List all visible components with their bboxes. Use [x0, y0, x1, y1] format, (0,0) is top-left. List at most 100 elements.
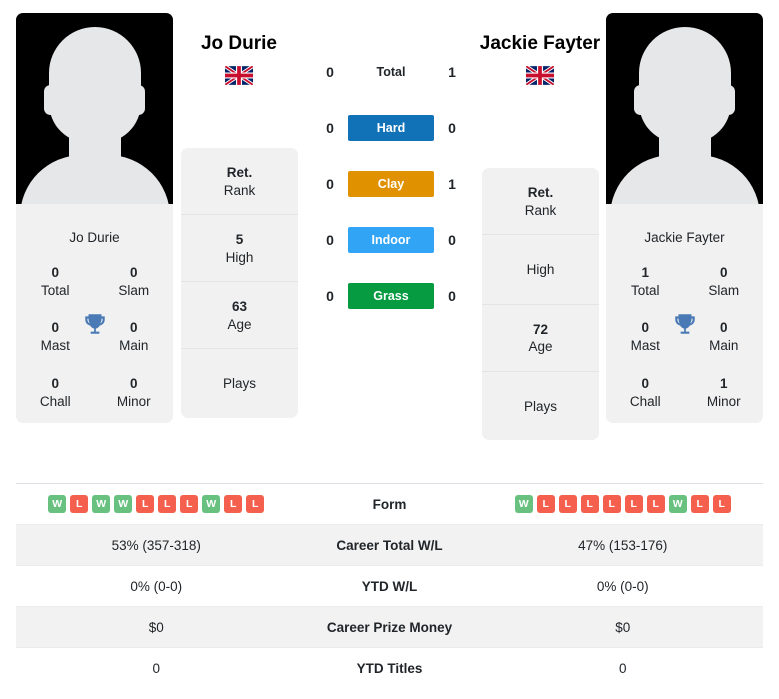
rank-row-rank-right: Ret. Rank	[482, 168, 599, 236]
plays-label-left: Plays	[222, 376, 256, 392]
h2h-row-clay: 0 Clay 1	[306, 170, 476, 198]
h2h-row-hard: 0 Hard 0	[306, 114, 476, 142]
title-chall-left: 0 Chall	[16, 368, 95, 423]
rank-row-rank-left: Ret. Rank	[181, 148, 298, 216]
title-slam-left-label: Slam	[118, 283, 150, 298]
title-minor-right-value: 1	[719, 375, 728, 391]
titles-grid-right: 1 Total 0 Slam 0 Mast 0 Main 0 Chall 1 M…	[606, 257, 763, 423]
titles-grid-left: 0 Total 0 Slam 0 Mast 0 Main 0 Chall 0 M…	[16, 257, 173, 423]
player-photo-name-right: Jackie Fayter	[644, 230, 725, 245]
rank-label-right: Rank	[524, 202, 557, 218]
form-badge-loss[interactable]: L	[712, 495, 731, 513]
form-badge-win[interactable]: W	[202, 495, 221, 513]
table-row-form: WLWWLLLWLL Form WLLLLLLWLL	[16, 484, 763, 525]
table-row-career-prize-money: $0 Career Prize Money $0	[16, 607, 763, 648]
title-total-right-label: Total	[630, 283, 660, 298]
title-mast-right-label: Mast	[630, 338, 660, 354]
title-minor-left-label: Minor	[116, 393, 151, 409]
avatar-ear-left	[634, 85, 647, 115]
form-badge-loss[interactable]: L	[602, 495, 621, 513]
ytd-titles-right: 0	[618, 661, 627, 676]
rank-value-left: Ret.	[226, 165, 253, 180]
form-badge-loss[interactable]: L	[158, 495, 177, 513]
rank-row-plays-left: Plays	[181, 349, 298, 418]
head-to-head-panel: 0 Total 1 0 Hard 0 0 Clay 1 0 Indoor 0 0…	[306, 58, 476, 310]
title-chall-right: 0 Chall	[606, 368, 685, 423]
player-name-right[interactable]: Jackie Fayter	[473, 33, 607, 55]
rank-label-left: Rank	[223, 182, 256, 198]
h2h-clay-right-score: 1	[448, 176, 456, 192]
form-badge-loss[interactable]: L	[180, 495, 199, 513]
title-main-right-value: 0	[719, 320, 728, 336]
title-minor-right: 1 Minor	[685, 368, 764, 423]
h2h-hard-right-score: 0	[448, 120, 456, 136]
career-prize-money-left: $0	[148, 619, 164, 635]
avatar-base-strip	[16, 204, 173, 216]
h2h-grass-right-score: 0	[448, 288, 456, 304]
player-name-left[interactable]: Jo Durie	[172, 33, 306, 55]
age-label-left: Age	[227, 316, 252, 332]
form-badge-loss[interactable]: L	[224, 495, 243, 513]
player-card-right[interactable]: Jackie Fayter 1 Total 0 Slam 0 Mast 0 Ma…	[606, 13, 763, 423]
h2h-indoor-left-score: 0	[326, 232, 334, 248]
h2h-hard-left-score: 0	[326, 120, 334, 136]
form-badge-loss[interactable]: L	[624, 495, 643, 513]
table-label-ytd-wl: YTD W/L	[361, 578, 418, 594]
table-label-ytd-titles: YTD Titles	[356, 661, 423, 676]
rank-value-right: Ret.	[527, 185, 554, 200]
rank-row-high-right: High	[482, 235, 599, 305]
form-badge-loss[interactable]: L	[536, 495, 555, 513]
title-chall-right-value: 0	[641, 375, 649, 391]
surface-badge-grass[interactable]: Grass	[348, 283, 434, 309]
form-cell-right: WLLLLLLWLL	[483, 495, 764, 513]
rank-card-right: Ret. Rank High 72 Age Plays	[482, 168, 599, 441]
gb-flag-icon	[225, 66, 253, 85]
h2h-grass-left-score: 0	[326, 288, 334, 304]
form-badge-loss[interactable]: L	[558, 495, 577, 513]
form-badge-loss[interactable]: L	[70, 495, 89, 513]
surface-badge-indoor[interactable]: Indoor	[348, 227, 434, 253]
title-chall-left-label: Chall	[39, 393, 71, 409]
form-badge-win[interactable]: W	[48, 495, 67, 513]
title-minor-left: 0 Minor	[95, 368, 174, 423]
h2h-clay-left-score: 0	[326, 176, 334, 192]
avatar-ear-right	[132, 85, 145, 115]
form-badge-loss[interactable]: L	[646, 495, 665, 513]
trophy-icon	[674, 314, 695, 334]
player-photo-left	[16, 13, 173, 216]
surface-badge-hard[interactable]: Hard	[348, 115, 434, 141]
title-minor-left-value: 0	[129, 375, 138, 391]
h2h-total-right-score: 1	[448, 64, 456, 80]
age-label-right: Age	[528, 339, 553, 355]
trophy-icon	[84, 314, 105, 334]
rank-row-plays-right: Plays	[482, 372, 599, 441]
title-slam-left: 0 Slam	[95, 257, 174, 312]
title-main-right-label: Main	[709, 338, 739, 354]
player-card-left[interactable]: Jo Durie 0 Total 0 Slam 0 Mast 0 Main 0 …	[16, 13, 173, 423]
ytd-wl-right: 0% (0-0)	[596, 578, 649, 594]
surface-badge-clay[interactable]: Clay	[348, 171, 434, 197]
title-total-left-label: Total	[40, 283, 70, 298]
title-chall-right-label: Chall	[629, 393, 661, 409]
title-slam-right-value: 0	[719, 265, 728, 280]
comparison-table: WLWWLLLWLL Form WLLLLLLWLL 53% (357-318)…	[16, 483, 763, 689]
title-slam-left-value: 0	[129, 265, 138, 280]
high-label-left: High	[225, 249, 254, 265]
table-row-ytd-titles: 0 YTD Titles 0	[16, 648, 763, 689]
form-badge-win[interactable]: W	[514, 495, 533, 513]
form-badge-win[interactable]: W	[92, 495, 111, 513]
title-mast-left-label: Mast	[40, 338, 70, 354]
age-value-left: 63	[231, 299, 248, 315]
form-badge-win[interactable]: W	[668, 495, 687, 513]
rank-row-age-left: 63 Age	[181, 282, 298, 350]
title-main-left-label: Main	[119, 338, 149, 354]
title-slam-right: 0 Slam	[685, 257, 764, 312]
h2h-total-left-score: 0	[326, 64, 334, 80]
table-row-career-total-wl: 53% (357-318) Career Total W/L 47% (153-…	[16, 525, 763, 566]
table-label-form: Form	[372, 496, 407, 512]
form-badge-loss[interactable]: L	[690, 495, 709, 513]
form-badge-loss[interactable]: L	[246, 495, 265, 513]
form-badge-loss[interactable]: L	[580, 495, 599, 513]
form-badge-loss[interactable]: L	[136, 495, 155, 513]
form-badge-win[interactable]: W	[114, 495, 133, 513]
